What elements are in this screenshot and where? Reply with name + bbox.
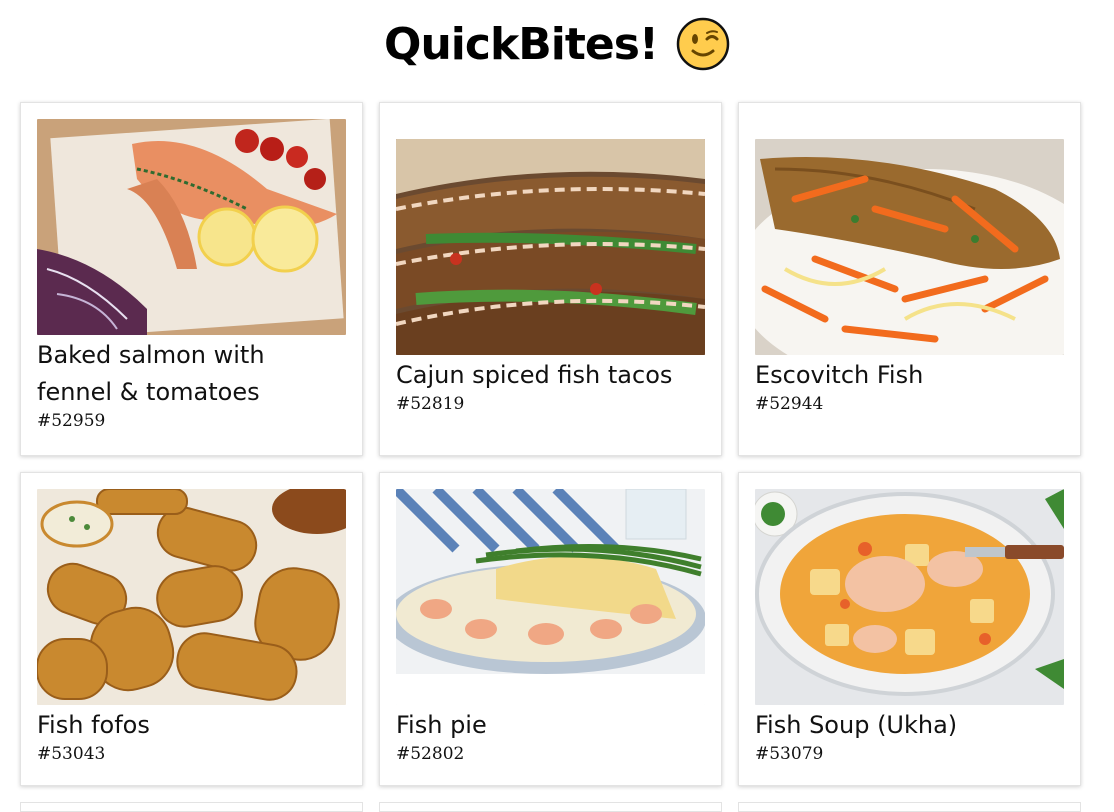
baked-salmon-photo [37, 119, 346, 335]
recipe-card[interactable]: Cajun spiced fish tacos #52819 [379, 102, 722, 456]
fish-pie-photo [396, 489, 705, 705]
recipe-card[interactable]: Escovitch Fish #52944 [738, 102, 1081, 456]
escovitch-fish-photo [755, 139, 1064, 355]
recipe-id: #53043 [37, 744, 106, 764]
recipe-id: #53079 [755, 744, 824, 764]
recipe-card[interactable]: Fish Soup (Ukha) #53079 [738, 472, 1081, 786]
recipe-card-partial [20, 802, 363, 812]
fish-tacos-photo [396, 139, 705, 355]
recipe-grid: Baked salmon with fennel & tomatoes #529… [20, 102, 1086, 786]
recipe-id: #52819 [396, 394, 465, 414]
recipe-card[interactable]: Fish fofos #53043 [20, 472, 363, 786]
recipe-id: #52944 [755, 394, 824, 414]
recipe-id: #52959 [37, 411, 106, 431]
recipe-id: #52802 [396, 744, 465, 764]
recipe-card-partial [738, 802, 1081, 812]
recipe-name[interactable]: Fish fofos [37, 707, 346, 744]
recipe-name[interactable]: Fish Soup (Ukha) [755, 707, 1064, 744]
winking-face-icon [676, 17, 730, 71]
recipe-name[interactable]: Escovitch Fish [755, 357, 1064, 394]
fish-fofos-photo [37, 489, 346, 705]
recipe-name[interactable]: Cajun spiced fish tacos [396, 357, 705, 394]
page-header: QuickBites! [0, 12, 1114, 76]
recipe-name[interactable]: Fish pie [396, 707, 705, 744]
fish-soup-photo [755, 489, 1064, 705]
recipe-card[interactable]: Fish pie #52802 [379, 472, 722, 786]
recipe-card[interactable]: Baked salmon with fennel & tomatoes #529… [20, 102, 363, 456]
recipe-name[interactable]: Baked salmon with fennel & tomatoes [37, 337, 346, 411]
recipe-card-partial [379, 802, 722, 812]
page-title: QuickBites! [384, 18, 659, 70]
